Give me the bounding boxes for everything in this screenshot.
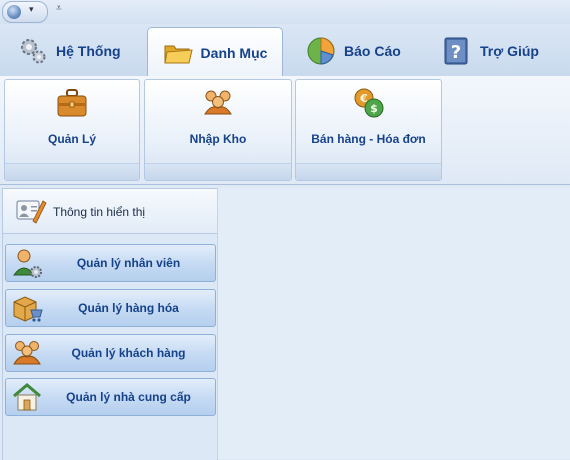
nav-button-label: Quản lý nhân viên bbox=[76, 256, 181, 270]
svg-text:$: $ bbox=[370, 102, 378, 115]
pie-chart-icon bbox=[306, 36, 336, 66]
tab-bao-cao[interactable]: Báo Cáo bbox=[306, 27, 401, 75]
quick-access-toolbar: ▾ ⩡ bbox=[0, 0, 570, 24]
nav-button-nha-cung-cap[interactable]: Quản lý nhà cung cấp bbox=[5, 378, 216, 416]
tab-he-thong[interactable]: Hệ Thống bbox=[18, 27, 121, 75]
ribbon-button-footer bbox=[5, 163, 139, 180]
main-content-area bbox=[217, 188, 570, 459]
ribbon-button-footer bbox=[145, 163, 291, 180]
navigation-panel: Thông tin hiển thị Quản lý nhân viên Quả bbox=[2, 188, 218, 460]
panel-title: Thông tin hiển thị bbox=[53, 205, 146, 219]
tab-label: Trợ Giúp bbox=[480, 43, 539, 59]
help-book-icon: ? bbox=[442, 36, 472, 66]
user-gear-icon bbox=[11, 247, 43, 279]
user-card-pen-icon bbox=[15, 197, 47, 225]
nav-button-label: Quản lý khách hàng bbox=[71, 346, 186, 360]
ribbon-button-ban-hang[interactable]: € $ Bán hàng - Hóa đơn bbox=[295, 79, 442, 181]
app-orb-icon bbox=[7, 5, 21, 19]
app-menu-button[interactable]: ▾ bbox=[2, 1, 48, 23]
svg-text:?: ? bbox=[451, 42, 461, 63]
folder-icon bbox=[163, 38, 193, 68]
ribbon-button-label: Quản Lý bbox=[47, 132, 96, 146]
ribbon-button-label: Nhập Kho bbox=[189, 132, 247, 146]
customize-toolbar-icon[interactable]: ⩡ bbox=[56, 3, 62, 14]
nav-button-khach-hang[interactable]: Quản lý khách hàng bbox=[5, 334, 216, 372]
box-cart-icon bbox=[11, 292, 43, 324]
tab-danh-muc[interactable]: Danh Mục bbox=[147, 27, 283, 77]
customers-icon bbox=[11, 337, 43, 369]
people-group-icon bbox=[201, 86, 235, 120]
tab-tro-giup[interactable]: ? Trợ Giúp bbox=[442, 27, 539, 75]
ribbon-tab-bar: Hệ Thống Danh Mục Báo Cáo ? Trợ Giúp bbox=[0, 24, 570, 77]
ribbon-button-quan-ly[interactable]: Quản Lý bbox=[4, 79, 140, 181]
tab-label: Hệ Thống bbox=[56, 43, 121, 59]
house-icon bbox=[11, 381, 43, 413]
nav-button-label: Quản lý hàng hóa bbox=[78, 301, 179, 315]
briefcase-icon bbox=[55, 86, 89, 120]
nav-button-hang-hoa[interactable]: Quản lý hàng hóa bbox=[5, 289, 216, 327]
coins-icon: € $ bbox=[352, 86, 386, 120]
gears-icon bbox=[18, 36, 48, 66]
tab-label: Báo Cáo bbox=[344, 43, 401, 59]
ribbon-button-footer bbox=[296, 163, 441, 180]
ribbon-button-label: Bán hàng - Hóa đơn bbox=[311, 132, 426, 146]
nav-button-label: Quản lý nhà cung cấp bbox=[66, 390, 191, 404]
tab-label: Danh Mục bbox=[200, 44, 268, 61]
ribbon-button-nhap-kho[interactable]: Nhập Kho bbox=[144, 79, 292, 181]
panel-header: Thông tin hiển thị bbox=[3, 189, 217, 234]
nav-button-nhan-vien[interactable]: Quản lý nhân viên bbox=[5, 244, 216, 282]
chevron-down-icon: ▾ bbox=[29, 4, 34, 14]
ribbon-panel: Quản Lý Nhập Kho € $ Bán hàng - Hóa đơn bbox=[0, 76, 570, 185]
